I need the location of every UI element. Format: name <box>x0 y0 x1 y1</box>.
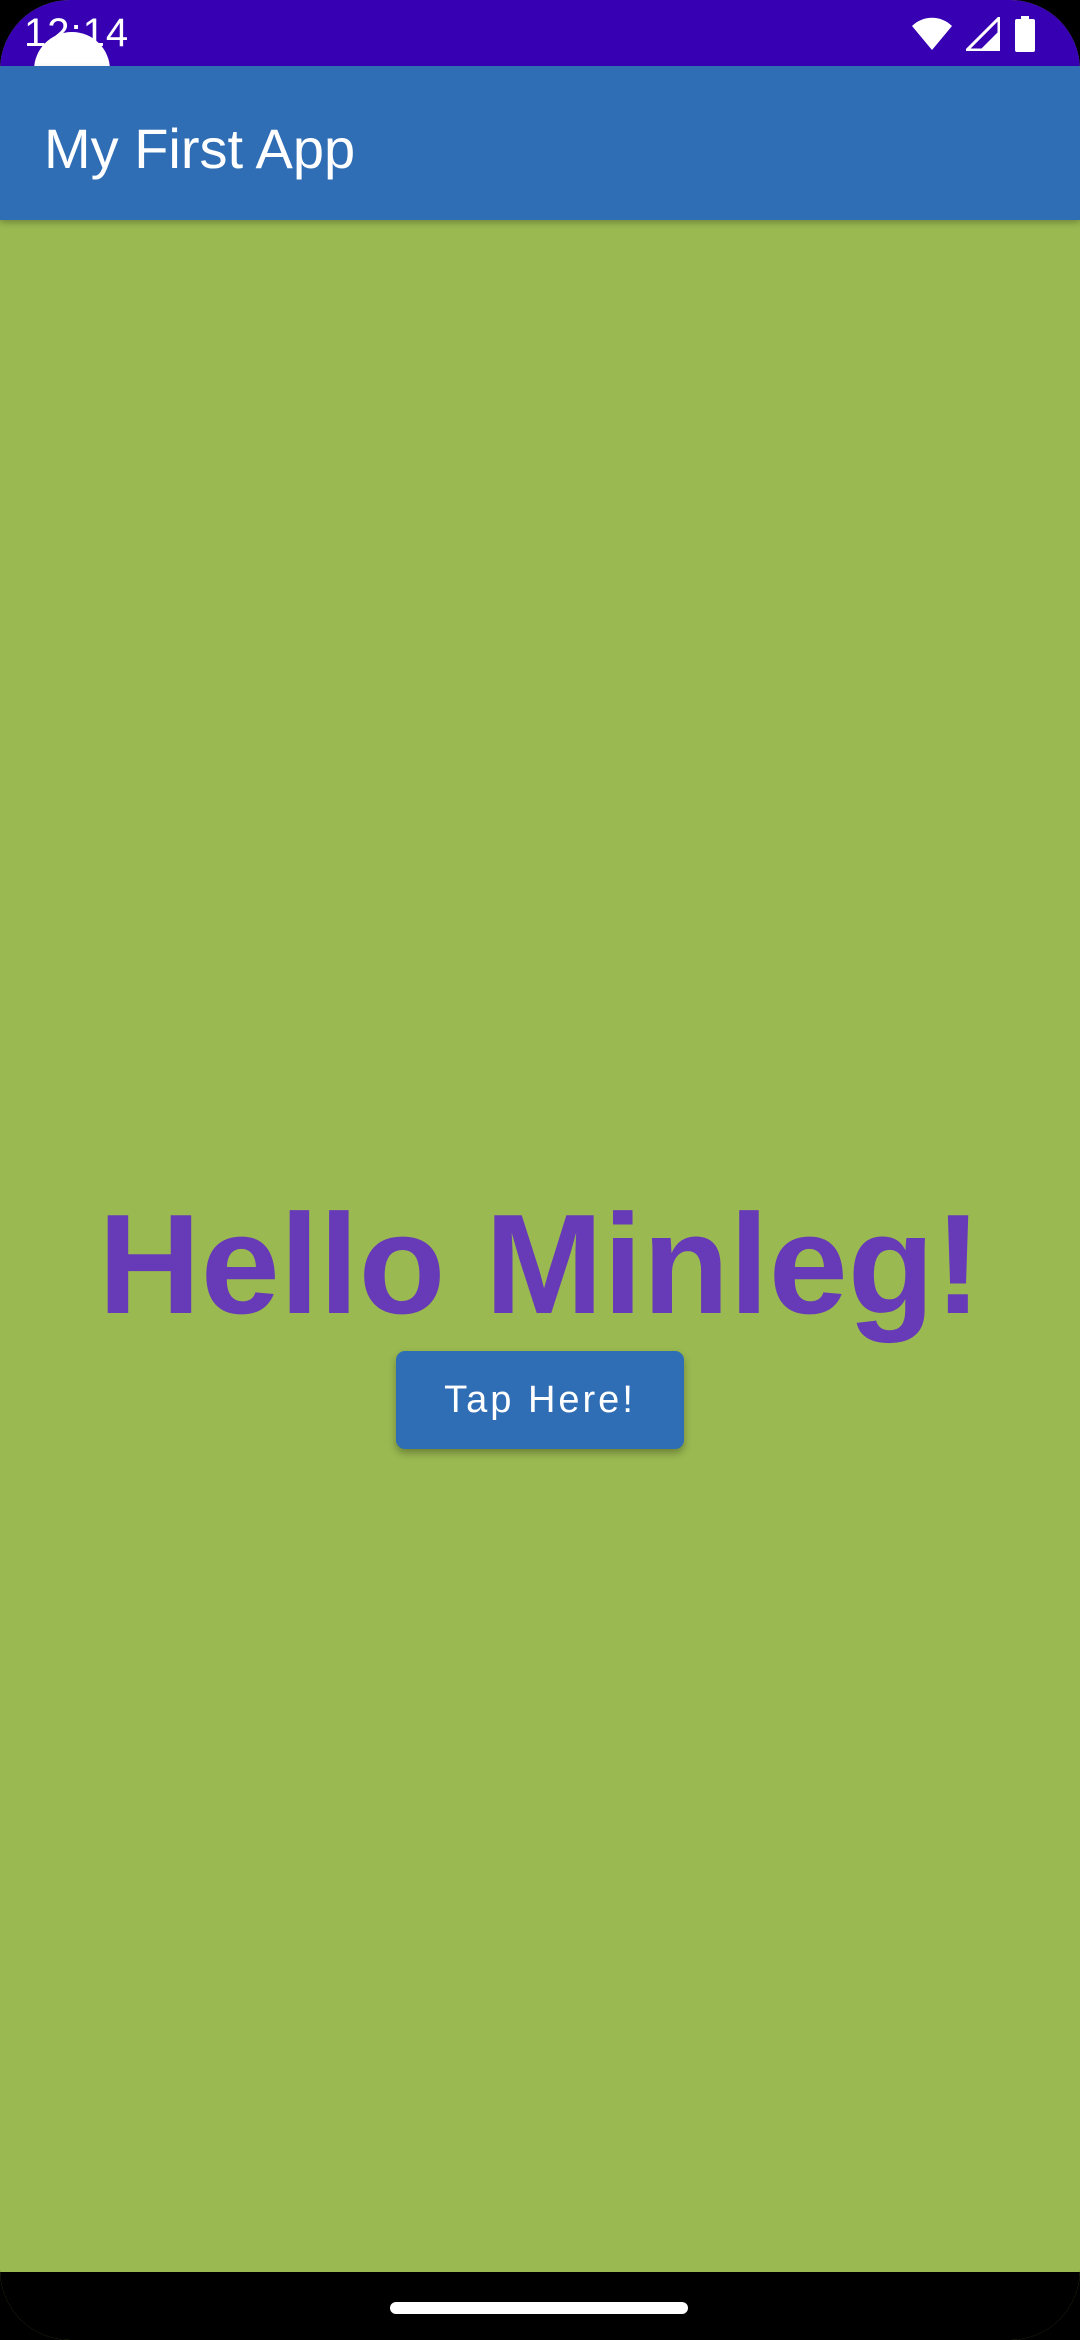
cell-signal-icon <box>966 17 1000 51</box>
wifi-icon <box>912 17 952 51</box>
tap-here-button[interactable]: Tap Here! <box>396 1351 684 1449</box>
greeting-text: Hello Minleg! <box>98 1185 982 1344</box>
navigation-bar <box>0 2272 1080 2340</box>
battery-icon <box>1014 16 1036 52</box>
status-icons <box>912 14 1036 54</box>
app-bar: My First App <box>0 66 1080 220</box>
app-screen: 12:14 My First App <box>0 0 1080 2340</box>
status-bar: 12:14 <box>0 0 1080 66</box>
app-title: My First App <box>44 117 356 180</box>
home-indicator[interactable] <box>390 2302 688 2314</box>
main-content: Hello Minleg! Tap Here! <box>0 220 1080 2272</box>
